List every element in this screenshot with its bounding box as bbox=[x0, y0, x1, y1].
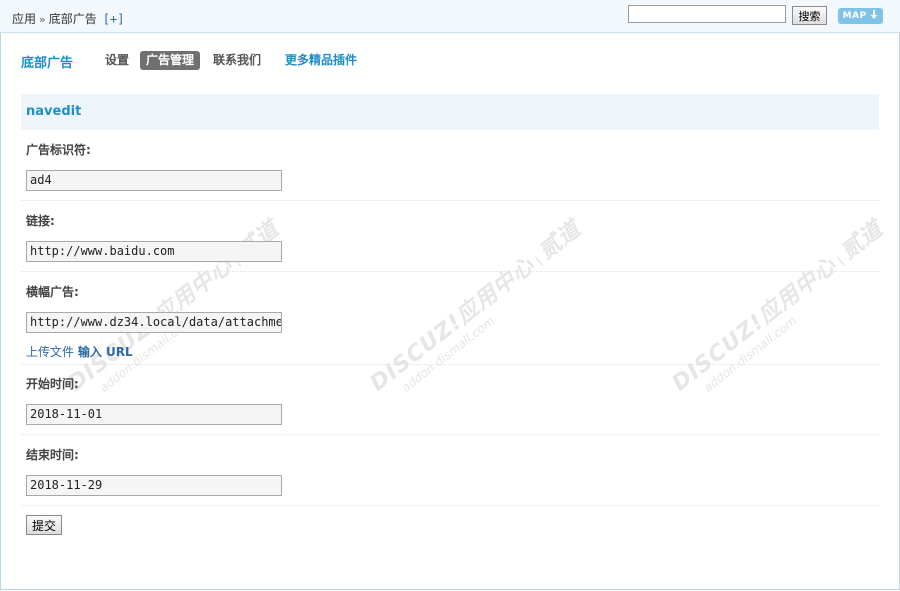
breadcrumb-app[interactable]: 应用 bbox=[12, 12, 36, 26]
link-input[interactable]: http://www.baidu.com bbox=[26, 241, 282, 262]
tab-contact-us[interactable]: 联系我们 bbox=[213, 51, 261, 70]
end-time-input[interactable]: 2018-11-29 bbox=[26, 475, 282, 496]
input-url-link[interactable]: 输入 URL bbox=[78, 345, 133, 359]
row-divider bbox=[21, 271, 879, 272]
ad-identifier-input[interactable]: ad4 bbox=[26, 170, 282, 191]
tab-settings[interactable]: 设置 bbox=[105, 51, 129, 70]
map-button[interactable]: MAP bbox=[838, 8, 883, 24]
add-shortcut-link[interactable]: [+] bbox=[103, 12, 125, 26]
upload-file-link[interactable]: 上传文件 bbox=[26, 345, 74, 359]
row-divider bbox=[21, 200, 879, 201]
end-time-label: 结束时间: bbox=[26, 448, 79, 462]
start-time-label: 开始时间: bbox=[26, 377, 79, 391]
row-divider bbox=[21, 505, 879, 506]
breadcrumb-separator: » bbox=[39, 13, 46, 26]
submit-button[interactable]: 提交 bbox=[26, 515, 62, 535]
search-button[interactable]: 搜索 bbox=[792, 6, 827, 25]
link-label: 链接: bbox=[26, 214, 55, 228]
page-frame bbox=[0, 0, 900, 590]
tab-ad-management[interactable]: 广告管理 bbox=[140, 51, 201, 70]
row-divider bbox=[21, 364, 879, 365]
breadcrumb: 应用» 底部广告 [+] bbox=[12, 10, 124, 27]
section-title: navedit bbox=[26, 104, 82, 119]
banner-ad-label: 横幅广告: bbox=[26, 285, 79, 299]
section-header: navedit bbox=[21, 94, 879, 130]
upload-options: 上传文件 输入 URL bbox=[26, 343, 133, 360]
banner-ad-input[interactable]: http://www.dz34.local/data/attachment/co… bbox=[26, 312, 282, 333]
breadcrumb-page: 底部广告 bbox=[48, 12, 97, 26]
search-input[interactable] bbox=[628, 5, 786, 23]
more-plugins-link[interactable]: 更多精品插件 bbox=[285, 51, 357, 70]
arrow-down-icon bbox=[870, 10, 878, 19]
plugin-title: 底部广告 bbox=[21, 56, 74, 71]
top-bar: 应用» 底部广告 [+] 搜索 MAP bbox=[0, 0, 900, 33]
map-button-label: MAP bbox=[842, 11, 867, 21]
start-time-input[interactable]: 2018-11-01 bbox=[26, 404, 282, 425]
ad-identifier-label: 广告标识符: bbox=[26, 143, 91, 157]
row-divider bbox=[21, 434, 879, 435]
